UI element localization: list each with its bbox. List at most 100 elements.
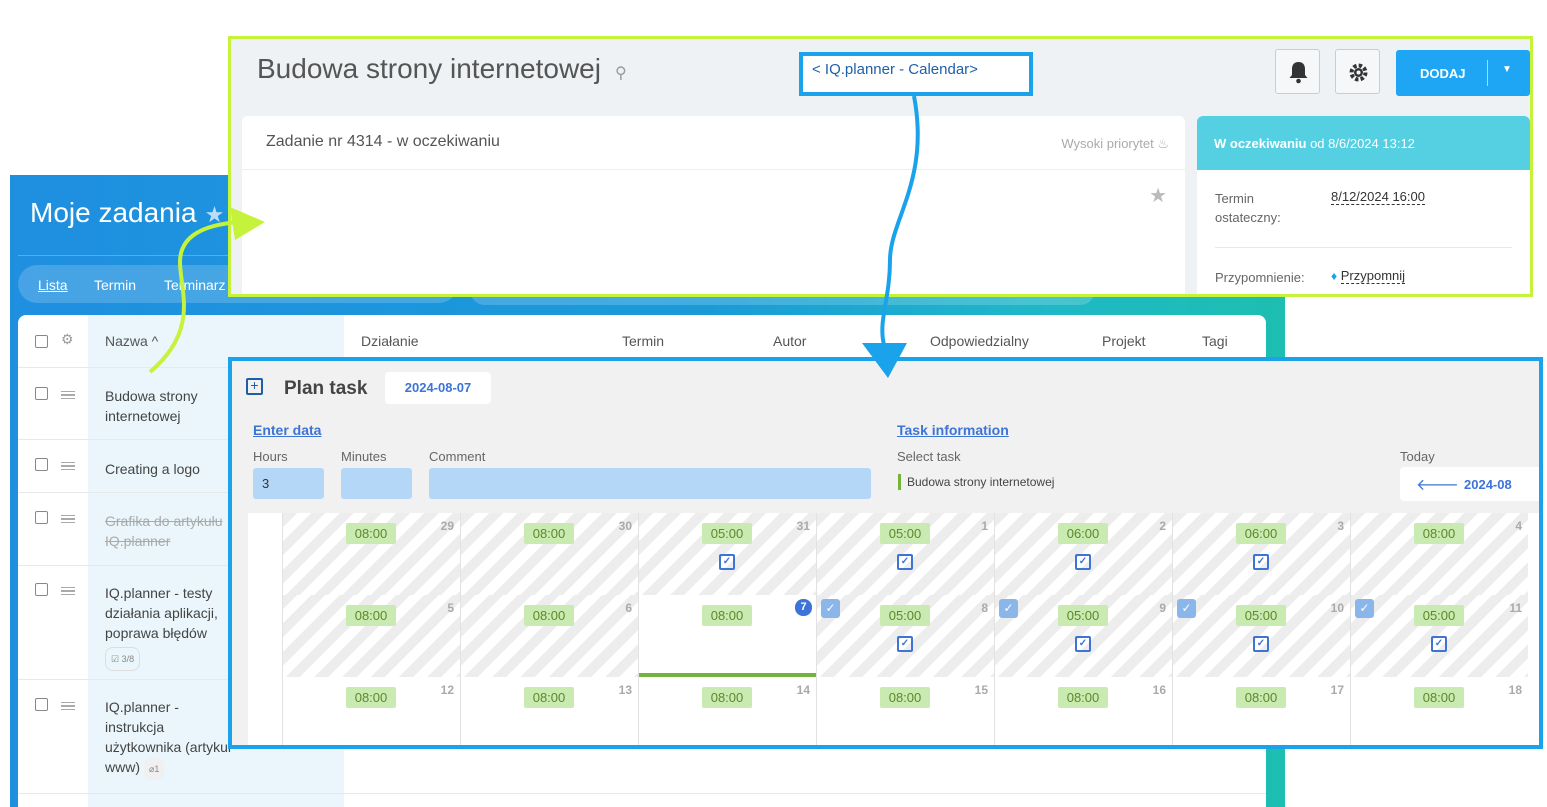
calendar-day[interactable]: 6 08:00 — [460, 595, 638, 677]
available-hours-chip: 08:00 — [1414, 687, 1464, 708]
today-label: Today — [1400, 449, 1435, 464]
arrow-left-icon[interactable]: 🡐 — [1416, 474, 1459, 495]
calendar-day[interactable]: 18 08:00 — [1350, 677, 1528, 745]
favorite-star-icon[interactable]: ★ — [205, 202, 225, 227]
drag-handle-icon[interactable] — [61, 587, 75, 595]
calendar-day[interactable]: 1 05:00 ✓ — [816, 513, 994, 595]
calendar-day[interactable]: 29 08:00 — [282, 513, 460, 595]
calendar-day[interactable]: 13 08:00 — [460, 677, 638, 745]
link-icon[interactable]: ⚲ — [615, 63, 627, 83]
calendar-day[interactable]: 4 08:00 — [1350, 513, 1528, 595]
planned-task-icon[interactable]: ✓ — [1253, 636, 1269, 652]
column-header-author[interactable]: Autor — [773, 333, 806, 349]
planned-task-icon[interactable]: ✓ — [719, 554, 735, 570]
task-name[interactable]: IQ.planner - testy działania aplikacji, … — [105, 583, 230, 643]
available-hours-chip: 08:00 — [524, 687, 574, 708]
drag-handle-icon[interactable] — [61, 702, 75, 710]
favorite-star-icon[interactable]: ★ — [1149, 183, 1167, 208]
tab-termin[interactable]: Termin — [94, 277, 136, 293]
calendar-day[interactable]: 17 08:00 — [1172, 677, 1350, 745]
row-checkbox[interactable] — [35, 583, 48, 596]
tab-terminarz[interactable]: Terminarz — [164, 277, 225, 293]
selected-task[interactable]: Budowa strony internetowej — [898, 474, 1054, 490]
task-name[interactable]: Creating a logo — [105, 459, 200, 479]
calendar-day[interactable]: 9 05:00 ✓ ✓ — [994, 595, 1196, 677]
calendar-day[interactable]: 5 08:00 — [282, 595, 460, 677]
column-settings-icon[interactable]: ⚙ — [61, 331, 74, 348]
drag-handle-icon[interactable] — [61, 391, 75, 399]
planned-task-icon[interactable]: ✓ — [897, 554, 913, 570]
column-header-project[interactable]: Projekt — [1102, 333, 1146, 349]
available-hours-chip: 05:00 — [880, 605, 930, 626]
planned-task-icon[interactable]: ✓ — [1431, 636, 1447, 652]
planned-task-icon[interactable]: ✓ — [1075, 554, 1091, 570]
day-number: 11 — [1509, 601, 1522, 615]
calendar-day[interactable]: 7 08:00 ✓ — [638, 595, 840, 677]
drag-handle-icon[interactable] — [61, 462, 75, 470]
planned-task-icon[interactable]: ✓ — [1253, 554, 1269, 570]
comment-input[interactable] — [429, 468, 871, 499]
chevron-down-icon[interactable]: ▼ — [1502, 64, 1512, 75]
divider — [1487, 60, 1488, 86]
column-header-responsible[interactable]: Odpowiedzialny — [930, 333, 1029, 349]
enter-data-link[interactable]: Enter data — [253, 422, 321, 438]
calendar-grid: 29 08:00 30 08:00 31 05:00 ✓ 1 05:00 ✓ 2 06:00 ✓ 3 06:… — [248, 513, 1539, 745]
calendar-day[interactable]: 15 08:00 — [816, 677, 994, 745]
tab-lista[interactable]: Lista — [38, 277, 68, 293]
task-name[interactable]: Budowa strony internetowej — [105, 386, 215, 426]
calendar-day[interactable]: 2 06:00 ✓ — [994, 513, 1172, 595]
column-header-deadline[interactable]: Termin — [622, 333, 664, 349]
day-number: 7 — [795, 599, 812, 616]
planned-task-icon[interactable]: ✓ — [897, 636, 913, 652]
calendar-day[interactable]: 12 08:00 — [282, 677, 460, 745]
reminder-value[interactable]: ♦ Przypomnij — [1331, 268, 1406, 284]
row-checkbox[interactable] — [35, 458, 48, 471]
day-checkbox[interactable]: ✓ — [821, 599, 840, 618]
task-information-link[interactable]: Task information — [897, 422, 1009, 438]
calendar-day[interactable]: 30 08:00 — [460, 513, 638, 595]
task-name[interactable]: Grafika do artykułu IQ.planner — [105, 511, 245, 551]
row-checkbox[interactable] — [35, 387, 48, 400]
reminder-bell-button[interactable] — [1275, 49, 1320, 94]
calendar-day[interactable]: 10 05:00 ✓ ✓ — [1172, 595, 1374, 677]
plan-date-picker[interactable]: 2024-08-07 — [385, 372, 491, 404]
calendar-day[interactable]: 11 05:00 ✓ — [1350, 595, 1528, 677]
gear-icon — [1349, 63, 1368, 82]
column-header-tags[interactable]: Tagi — [1202, 333, 1228, 349]
deadline-label: Termin ostateczny: — [1215, 191, 1281, 225]
day-checkbox[interactable]: ✓ — [1355, 599, 1374, 618]
column-header-name[interactable]: Nazwa ^ — [105, 333, 158, 349]
current-month[interactable]: 2024-08 — [1464, 477, 1512, 492]
hours-input[interactable]: 3 — [253, 468, 324, 499]
calendar-day[interactable]: 3 06:00 ✓ — [1172, 513, 1350, 595]
select-all-checkbox[interactable] — [35, 335, 48, 348]
add-button[interactable]: DODAJ ▼ — [1396, 50, 1530, 96]
task-name[interactable]: IQ.planner - instrukcja użytkownika (art… — [105, 699, 231, 775]
deadline-value[interactable]: 8/12/2024 16:00 — [1331, 189, 1425, 205]
flame-icon: ♨ — [1157, 136, 1169, 151]
calendar-day[interactable]: 8 05:00 ✓ ✓ — [816, 595, 1018, 677]
minutes-label: Minutes — [341, 449, 387, 464]
divider — [1215, 247, 1512, 248]
calendar-day[interactable]: 14 08:00 — [638, 677, 816, 745]
day-number: 16 — [1152, 683, 1166, 697]
calendar-day[interactable]: 16 08:00 — [994, 677, 1172, 745]
calendar-day[interactable]: 31 05:00 ✓ — [638, 513, 816, 595]
reminder-label: Przypomnienie: — [1215, 270, 1305, 285]
row-checkbox[interactable] — [35, 511, 48, 524]
calendar-link[interactable]: < IQ.planner - Calendar> — [799, 52, 1033, 96]
day-checkbox[interactable]: ✓ — [999, 599, 1018, 618]
column-header-action[interactable]: Działanie — [361, 333, 419, 349]
day-checkbox[interactable]: ✓ — [1177, 599, 1196, 618]
day-number: 3 — [1337, 519, 1344, 533]
settings-button[interactable] — [1335, 49, 1380, 94]
planned-task-icon[interactable]: ✓ — [1075, 636, 1091, 652]
priority-label[interactable]: Wysoki priorytet ♨ — [1061, 136, 1169, 152]
status-panel: W oczekiwaniu od 8/6/2024 13:12 Termin o… — [1197, 116, 1530, 294]
drag-handle-icon[interactable] — [61, 515, 75, 523]
minutes-input[interactable] — [341, 468, 412, 499]
available-hours-chip: 08:00 — [524, 605, 574, 626]
row-checkbox[interactable] — [35, 698, 48, 711]
status-header: W oczekiwaniu od 8/6/2024 13:12 — [1197, 116, 1530, 170]
day-number: 15 — [974, 683, 988, 697]
